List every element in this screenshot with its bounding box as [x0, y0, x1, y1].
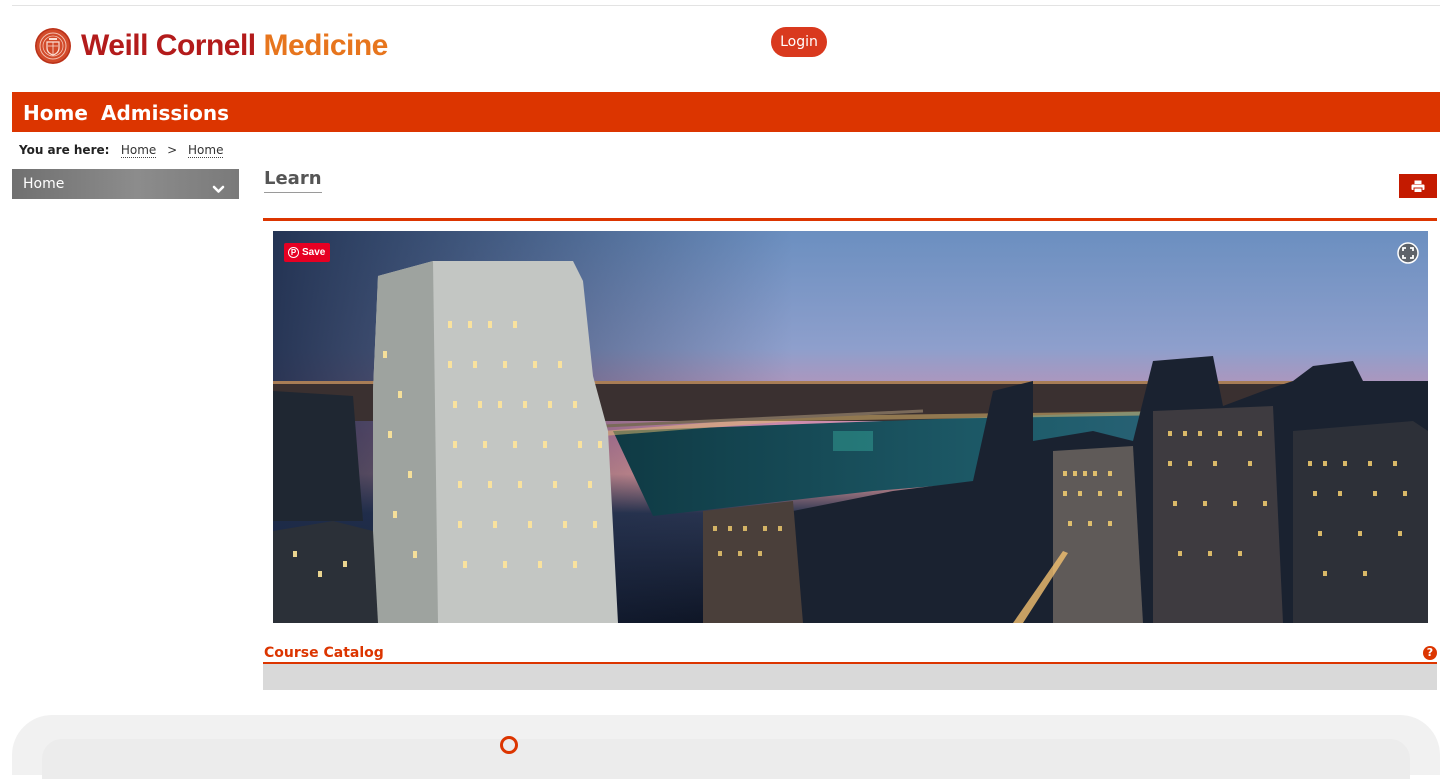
breadcrumb-label: You are here: [19, 143, 110, 157]
breadcrumb-link-home[interactable]: Home [120, 143, 157, 158]
logo-word-weill-cornell: Weill Cornell [81, 29, 256, 62]
title-divider [263, 218, 1437, 221]
logo-wordmark: Weill Cornell Medicine [81, 28, 388, 64]
page-title: Learn [264, 169, 322, 193]
nav-item-home[interactable]: Home [23, 92, 88, 134]
fullscreen-icon[interactable] [1397, 242, 1419, 264]
print-icon [1399, 180, 1437, 193]
footer-circle-icon [500, 736, 518, 754]
logo-word-medicine: Medicine [263, 29, 389, 62]
sidebar-page-select[interactable]: Home [12, 169, 239, 199]
main-nav: Home Admissions [12, 92, 1440, 132]
banner-image: P Save [273, 231, 1428, 623]
breadcrumb-link-current[interactable]: Home [188, 143, 224, 158]
nav-item-admissions[interactable]: Admissions [101, 92, 229, 134]
city-skyline-illustration [273, 231, 1428, 623]
site-logo[interactable]: Weill Cornell Medicine [35, 28, 388, 64]
pinterest-icon: P [288, 247, 299, 258]
site-header: Weill Cornell Medicine Login [0, 0, 1440, 92]
sidebar-select-value: Home [23, 176, 65, 192]
help-icon[interactable]: ? [1423, 646, 1437, 660]
footer-panel [12, 715, 1440, 779]
login-button[interactable]: Login [771, 27, 827, 57]
breadcrumb: You are here: Home > Home [19, 143, 224, 158]
print-button[interactable] [1399, 174, 1437, 198]
pinterest-save-button[interactable]: P Save [284, 243, 331, 262]
seal-logo-icon [35, 28, 71, 64]
pinterest-save-label: Save [302, 247, 326, 258]
breadcrumb-separator: > [167, 143, 178, 157]
chevron-down-icon [212, 177, 225, 207]
course-catalog-panel [263, 664, 1437, 690]
section-title-course-catalog: Course Catalog [264, 645, 384, 661]
footer-inner-panel [42, 739, 1410, 779]
